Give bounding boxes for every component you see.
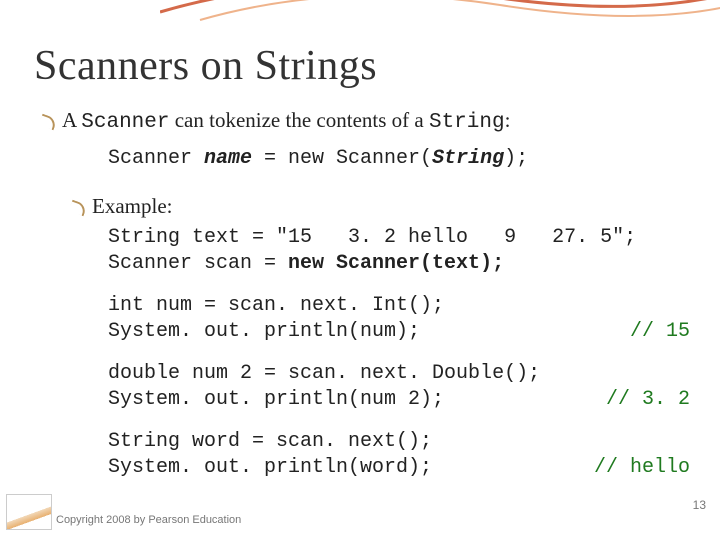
code-line: int num = scan. next. Int(); [108,293,444,319]
code-comment: // 3. 2 [576,387,690,413]
syntax-part: ); [504,147,528,170]
slide-title: Scanners on Strings [0,0,720,90]
syntax-param: String [432,147,504,170]
text: can tokenize the contents of a [169,108,428,132]
code-comment: // hello [564,455,690,481]
text: : [505,108,511,132]
syntax-line: Scanner name = new Scanner(String); [36,145,690,172]
slide-body: A Scanner can tokenize the contents of a… [0,90,720,481]
code-inline-scanner: Scanner [81,111,169,134]
code-comment: // 15 [600,319,690,345]
syntax-part: = new Scanner( [252,147,432,170]
bullet-example: Example: [36,192,690,220]
code-line: System. out. println(num); [108,319,420,345]
page-number: 13 [693,498,706,512]
code-line: String word = scan. next(); [108,429,432,455]
slide: Scanners on Strings A Scanner can tokeni… [0,0,720,540]
bullet-intro: A Scanner can tokenize the contents of a… [36,106,690,137]
thumbnail-icon [6,494,52,530]
text: A [62,108,81,132]
code-line: Scanner scan = new Scanner(text); [108,251,504,277]
code-inline-string: String [429,111,505,134]
code-block: String text = "15 3. 2 hello 9 27. 5"; S… [36,225,690,481]
code-line: System. out. println(num 2); [108,387,444,413]
copyright-text: Copyright 2008 by Pearson Education [56,514,241,526]
code-line: double num 2 = scan. next. Double(); [108,361,540,387]
syntax-name: name [204,147,252,170]
code-line: System. out. println(word); [108,455,432,481]
code-line: String text = "15 3. 2 hello 9 27. 5"; [108,225,636,251]
syntax-part: Scanner [108,147,204,170]
